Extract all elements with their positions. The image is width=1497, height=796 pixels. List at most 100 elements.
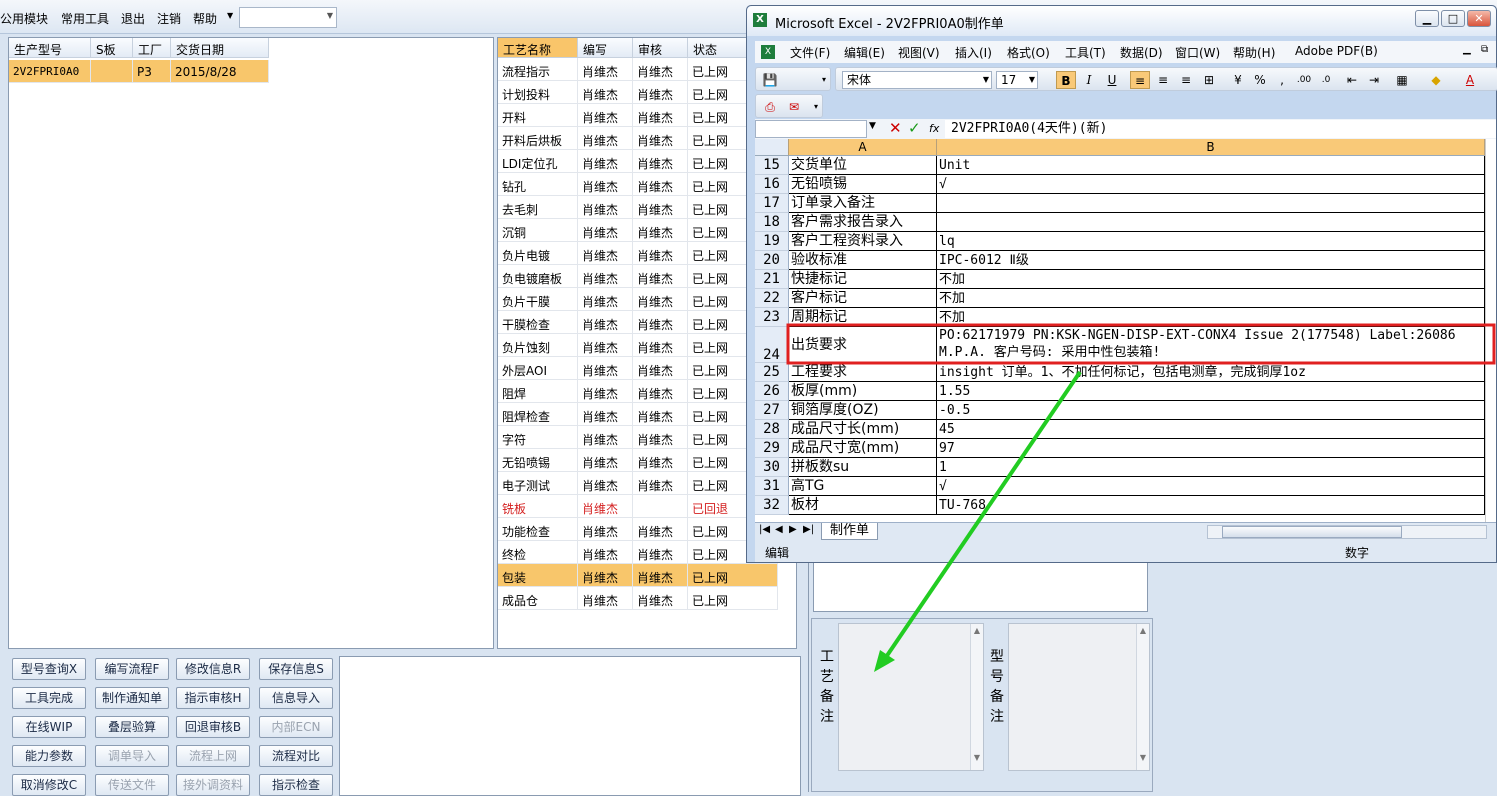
action-button[interactable]: 内部ECN <box>259 716 333 738</box>
enter-icon[interactable]: ✓ <box>908 119 921 137</box>
cell-a[interactable]: 高TG <box>789 477 937 496</box>
table-row[interactable]: LDI定位孔 肖维杰 肖维杰 已上网 <box>498 150 778 173</box>
table-row[interactable]: 电子测试 肖维杰 肖维杰 已上网 <box>498 472 778 495</box>
action-button[interactable]: 流程上网 <box>176 745 250 767</box>
action-button[interactable]: 编写流程F <box>95 658 169 680</box>
action-button[interactable]: 型号查询X <box>12 658 86 680</box>
table-row[interactable]: 阻焊 肖维杰 肖维杰 已上网 <box>498 380 778 403</box>
action-button[interactable]: 接外调资料 <box>176 774 250 796</box>
table-row[interactable]: 负电镀磨板 肖维杰 肖维杰 已上网 <box>498 265 778 288</box>
table-row[interactable]: 负片蚀刻 肖维杰 肖维杰 已上网 <box>498 334 778 357</box>
maximize-button[interactable]: □ <box>1441 10 1465 27</box>
minimize-icon[interactable]: ▁ <box>1463 44 1471 55</box>
cell-b[interactable]: √ <box>937 175 1485 194</box>
function-icon[interactable]: fx <box>929 122 939 135</box>
cell-a[interactable]: 拼板数su <box>789 458 937 477</box>
cancel-icon[interactable]: ✕ <box>889 119 902 137</box>
grid-row[interactable]: 21 快捷标记 不加 <box>755 270 1496 289</box>
grid-row[interactable]: 30 拼板数su 1 <box>755 458 1496 477</box>
row-number[interactable]: 27 <box>755 401 789 420</box>
save-icon[interactable]: 💾 <box>760 71 780 89</box>
chevron-down-icon[interactable]: ▾ <box>806 98 826 116</box>
comma-icon[interactable]: , <box>1272 71 1292 89</box>
restore-icon[interactable]: ⧉ <box>1481 44 1488 55</box>
row-number[interactable]: 16 <box>755 175 789 194</box>
table-row[interactable]: 钻孔 肖维杰 肖维杰 已上网 <box>498 173 778 196</box>
workbook-icon[interactable]: X <box>761 45 775 59</box>
cell-a[interactable]: 验收标准 <box>789 251 937 270</box>
cell-b[interactable]: IPC-6012 Ⅱ级 <box>937 251 1485 270</box>
cell-b[interactable]: 不加 <box>937 308 1485 327</box>
grid-row[interactable]: 29 成品尺寸宽(mm) 97 <box>755 439 1496 458</box>
grid-row[interactable]: 20 验收标准 IPC-6012 Ⅱ级 <box>755 251 1496 270</box>
grid-row[interactable]: 25 工程要求 insight 订单。1、不加任何标记，包括电测章，完成铜厚1oz <box>755 363 1496 382</box>
scrollbar[interactable]: ▲ ▼ <box>970 624 983 770</box>
cell-a[interactable]: 板材 <box>789 496 937 515</box>
action-button[interactable]: 修改信息R <box>176 658 250 680</box>
action-button[interactable]: 能力参数 <box>12 745 86 767</box>
next-sheet-icon[interactable]: ▶ <box>789 524 797 535</box>
table-row[interactable]: 功能检查 肖维杰 肖维杰 已上网 <box>498 518 778 541</box>
cell-b[interactable]: Unit <box>937 156 1485 175</box>
grid-row[interactable]: 19 客户工程资料录入 lq <box>755 232 1496 251</box>
cell-b[interactable]: 45 <box>937 420 1485 439</box>
row-number[interactable]: 24 <box>755 327 789 363</box>
menu-adobe-pdf[interactable]: Adobe PDF(B) <box>1295 44 1378 58</box>
action-button[interactable]: 工具完成 <box>12 687 86 709</box>
cell-b[interactable]: 1.55 <box>937 382 1485 401</box>
menu-tools[interactable]: 工具(T) <box>1065 44 1106 61</box>
header-model[interactable]: 生产型号 <box>9 38 91 58</box>
cell-a[interactable]: 板厚(mm) <box>789 382 937 401</box>
column-a-header[interactable]: A <box>789 139 937 156</box>
row-number[interactable]: 26 <box>755 382 789 401</box>
row-number[interactable]: 21 <box>755 270 789 289</box>
menu-data[interactable]: 数据(D) <box>1120 44 1163 61</box>
cell-a[interactable]: 客户标记 <box>789 289 937 308</box>
row-number[interactable]: 28 <box>755 420 789 439</box>
header-reviewer[interactable]: 审核 <box>633 38 688 58</box>
chevron-down-icon[interactable]: ▼ <box>983 72 989 88</box>
last-sheet-icon[interactable]: ▶| <box>803 524 814 535</box>
indent-icon[interactable]: ⇥ <box>1364 71 1384 89</box>
action-button[interactable]: 流程对比 <box>259 745 333 767</box>
cell-b[interactable]: 不加 <box>937 270 1485 289</box>
row-number[interactable]: 29 <box>755 439 789 458</box>
action-button[interactable]: 制作通知单 <box>95 687 169 709</box>
row-number[interactable]: 20 <box>755 251 789 270</box>
table-row[interactable]: 铣板 肖维杰 已回退 <box>498 495 778 518</box>
cell-a[interactable]: 工程要求 <box>789 363 937 382</box>
process-note-textarea[interactable]: ▲ ▼ <box>838 623 984 771</box>
fill-color-icon[interactable]: ◆ <box>1426 71 1446 89</box>
table-row[interactable]: 2V2FPRI0A0 P3 2015/8/28 <box>9 60 269 83</box>
action-button[interactable]: 信息导入 <box>259 687 333 709</box>
action-button[interactable]: 传送文件 <box>95 774 169 796</box>
font-name-select[interactable]: 宋体 ▼ <box>842 71 992 89</box>
table-row[interactable]: 干膜检查 肖维杰 肖维杰 已上网 <box>498 311 778 334</box>
grid-row[interactable]: 32 板材 TU-768 <box>755 496 1496 515</box>
cell-a[interactable]: 成品尺寸宽(mm) <box>789 439 937 458</box>
underline-button[interactable]: U <box>1102 71 1122 89</box>
table-row[interactable]: 负片干膜 肖维杰 肖维杰 已上网 <box>498 288 778 311</box>
cell-b[interactable]: insight 订单。1、不加任何标记，包括电测章，完成铜厚1oz <box>937 363 1485 382</box>
menu-logout[interactable]: 注销 <box>157 10 181 27</box>
name-box[interactable] <box>755 120 867 138</box>
row-number[interactable]: 19 <box>755 232 789 251</box>
menu-file[interactable]: 文件(F) <box>790 44 830 61</box>
action-button[interactable]: 回退审核B <box>176 716 250 738</box>
table-row[interactable]: 无铅喷锡 肖维杰 肖维杰 已上网 <box>498 449 778 472</box>
increase-decimal-icon[interactable]: .00 <box>1294 71 1314 89</box>
first-sheet-icon[interactable]: |◀ <box>759 524 770 535</box>
grid-row[interactable]: 22 客户标记 不加 <box>755 289 1496 308</box>
row-number[interactable]: 31 <box>755 477 789 496</box>
cell-a[interactable]: 无铅喷锡 <box>789 175 937 194</box>
grid-row[interactable]: 18 客户需求报告录入 <box>755 213 1496 232</box>
font-color-icon[interactable]: A <box>1460 71 1480 89</box>
merge-center-icon[interactable]: ⊞ <box>1199 71 1219 89</box>
header-delivery-date[interactable]: 交货日期 <box>171 38 269 58</box>
table-row[interactable]: 流程指示 肖维杰 肖维杰 已上网 <box>498 58 778 81</box>
table-row[interactable]: 终检 肖维杰 肖维杰 已上网 <box>498 541 778 564</box>
grid-row[interactable]: 23 周期标记 不加 <box>755 308 1496 327</box>
cell-b[interactable]: -0.5 <box>937 401 1485 420</box>
grid-row[interactable]: 17 订单录入备注 <box>755 194 1496 213</box>
align-center-icon[interactable]: ≡ <box>1153 71 1173 89</box>
